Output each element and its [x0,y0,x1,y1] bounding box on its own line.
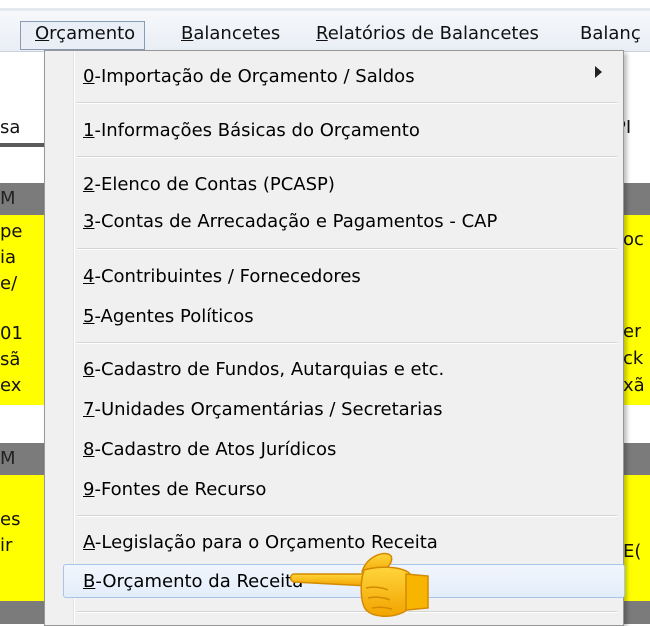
menu-separator [77,156,617,158]
bg-text-fragment: 01 [0,323,23,344]
left-content-strip: sa M pe ia e/ 01 sã ex M es ir [0,51,44,624]
menu-orcamento[interactable]: Orçamento [20,21,146,50]
menu-item-label: -Orçamento da Receita [95,571,304,592]
menu-separator [77,248,617,250]
menu-item-importacao[interactable]: 0-Importação de Orçamento / Saldos [83,66,415,87]
menu-item-label: -Informações Básicas do Orçamento [94,120,420,141]
bg-text-fragment: sa [0,117,21,138]
menu-item-accelerator: 1 [83,120,95,141]
menu-accelerator: B [181,23,194,44]
menu-item-cadastro-fundos[interactable]: 6-Cadastro de Fundos, Autarquias e etc. [83,359,444,380]
menu-item-informacoes-basicas[interactable]: 1-Informações Básicas do Orçamento [83,120,420,141]
bg-text-fragment: M [0,448,16,469]
menu-item-contas-arrecadacao[interactable]: 3-Contas de Arrecadação e Pagamentos - C… [83,211,497,232]
menu-gutter-highlight [74,51,75,625]
menu-item-orcamento-da-receita[interactable]: B-Orçamento da Receita [63,564,625,598]
menu-item-accelerator: 4 [83,266,95,287]
bg-text-fragment: pe [0,221,23,242]
menu-item-cadastro-atos-juridicos[interactable]: 8-Cadastro de Atos Jurídicos [83,439,336,460]
bg-text-fragment: ck [623,348,644,369]
menu-item-accelerator: 3 [83,211,95,232]
menu-item-label: -Cadastro de Fundos, Autarquias e etc. [94,359,445,380]
pointing-hand-icon [289,552,429,617]
menu-accelerator: R [316,23,328,44]
menu-separator [77,515,617,517]
menu-label: rçamento [49,23,136,44]
menu-item-label: -Agentes Políticos [94,306,254,327]
menu-label: elatórios de Balancetes [327,23,539,44]
menu-item-accelerator: 2 [83,174,95,195]
menu-relatorios-de-balancetes[interactable]: Relatórios de Balancetes [316,23,539,44]
bg-text-fragment: xã [623,375,645,396]
menu-item-accelerator: B [83,571,96,592]
menu-label: alancetes [193,23,281,44]
menu-item-accelerator: A [83,532,95,553]
bg-text-fragment: ex [0,375,22,396]
menu-item-label: -Contas de Arrecadação e Pagamentos - CA… [94,211,498,232]
menu-item-fontes-de-recurso[interactable]: 9-Fontes de Recurso [83,479,266,500]
menu-item-elenco-de-contas[interactable]: 2-Elenco de Contas (PCASP) [83,174,335,195]
menu-bar: Orçamento Balancetes Relatórios de Balan… [0,11,650,52]
menu-item-label: -Cadastro de Atos Jurídicos [94,439,337,460]
menu-item-label: -Contribuintes / Fornecedores [94,266,361,287]
menu-item-unidades-orcamentarias[interactable]: 7-Unidades Orçamentárias / Secretarias [83,399,442,420]
bg-text-fragment: E( [623,541,642,562]
menu-item-label: -Elenco de Contas (PCASP) [94,174,335,195]
menu-item-accelerator: 5 [83,306,95,327]
menu-item-contribuintes[interactable]: 4-Contribuintes / Fornecedores [83,266,361,287]
bg-text-fragment: oc [623,229,644,250]
bg-text-fragment: M [0,188,16,209]
menu-item-accelerator: 7 [83,399,95,420]
bg-text-fragment: er [623,321,642,342]
menu-item-accelerator: 8 [83,439,95,460]
menu-item-accelerator: 6 [83,359,95,380]
orcamento-dropdown-menu: 0-Importação de Orçamento / Saldos 1-Inf… [44,50,625,626]
menu-label: Balanç [580,23,641,44]
menu-item-accelerator: 9 [83,479,95,500]
menu-accelerator: O [35,23,50,44]
bg-text-fragment: ia [0,247,17,268]
menu-item-label: -Importação de Orçamento / Saldos [94,66,415,87]
menu-item-label: -Fontes de Recurso [94,479,267,500]
menu-item-agentes-politicos[interactable]: 5-Agentes Políticos [83,306,254,327]
menu-item-accelerator: 0 [83,66,95,87]
menu-balancetes[interactable]: Balancetes [181,23,280,44]
menu-separator [77,102,617,104]
menu-item-label: -Unidades Orçamentárias / Secretarias [94,399,443,420]
submenu-arrow-icon [595,66,602,78]
menu-separator [77,342,617,344]
bg-text-fragment: sã [0,349,21,370]
menu-balanco[interactable]: Balanç [580,23,650,44]
bg-text-fragment: ir [0,535,13,556]
bg-text-fragment: es [0,509,21,530]
bg-text-fragment: e/ [0,273,18,294]
